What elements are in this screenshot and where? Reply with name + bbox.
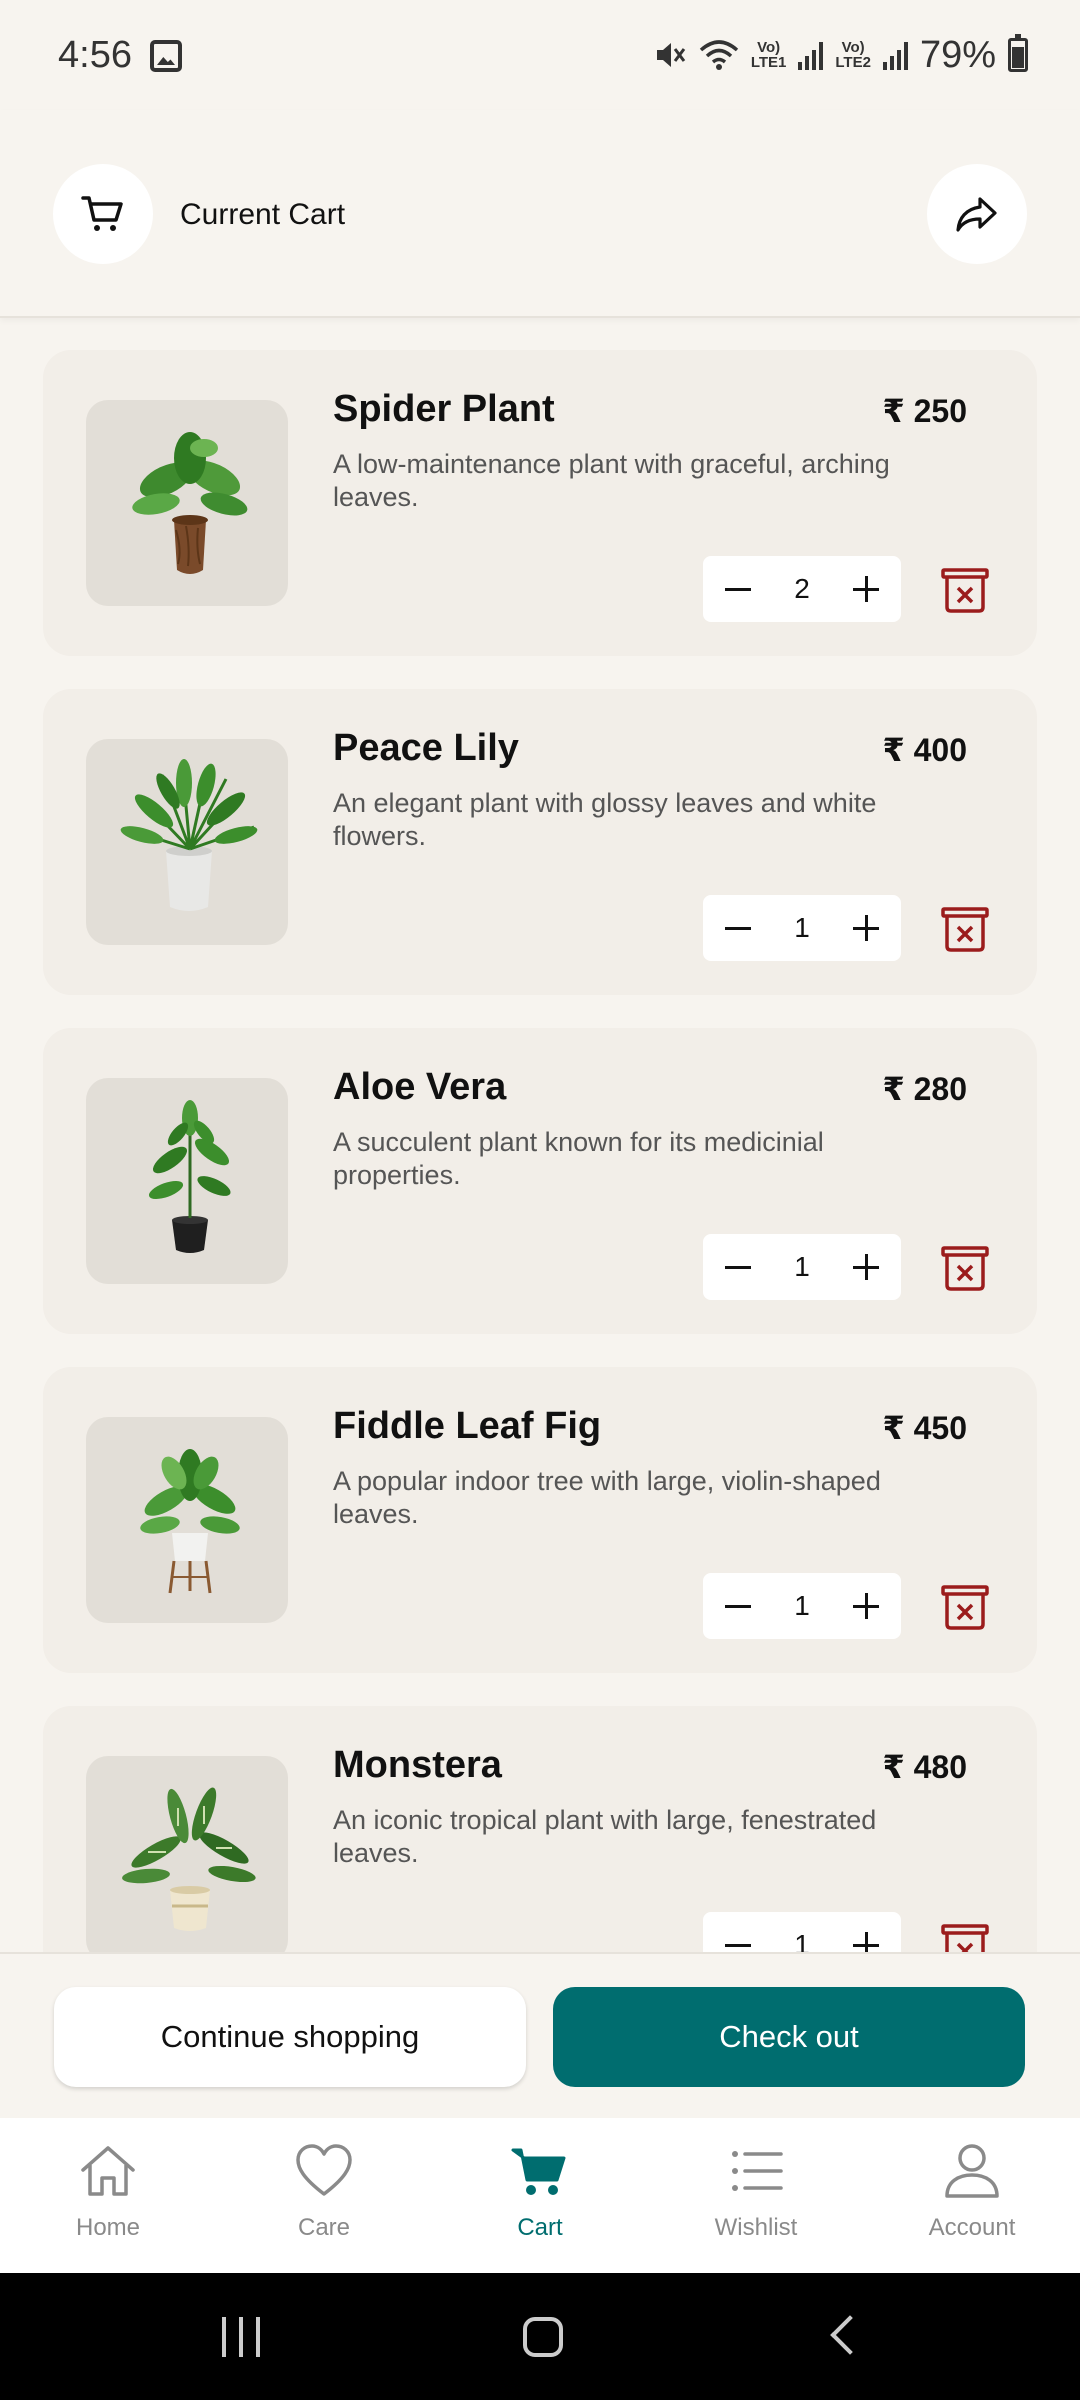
- share-icon: [956, 197, 997, 232]
- decrease-quantity-button[interactable]: [723, 1930, 753, 1952]
- quantity-value: 1: [794, 1251, 810, 1282]
- cart-item: Aloe Vera ₹ 280 A succulent plant known …: [43, 1028, 1037, 1334]
- product-price: ₹ 400: [882, 732, 967, 768]
- home-icon: [81, 2146, 135, 2196]
- product-description: An iconic tropical plant with large, fen…: [333, 1805, 877, 1868]
- quantity-stepper: 1: [703, 1234, 901, 1300]
- product-image: [86, 1417, 288, 1623]
- page-title: Current Cart: [180, 198, 346, 231]
- delete-item-icon[interactable]: [939, 1583, 991, 1631]
- increase-quantity-button[interactable]: [851, 913, 881, 943]
- product-image: [86, 1078, 288, 1284]
- product-description: A popular indoor tree with large, violin…: [333, 1466, 881, 1529]
- quantity-stepper: 1: [703, 1912, 901, 1952]
- decrease-quantity-button[interactable]: [723, 574, 753, 604]
- nav-label: Account: [928, 2214, 1016, 2241]
- checkout-button[interactable]: Check out: [553, 1987, 1025, 2087]
- back-icon[interactable]: [830, 2315, 870, 2355]
- product-image: [86, 1756, 288, 1952]
- nav-label: Home: [75, 2214, 141, 2241]
- cart-list[interactable]: Spider Plant ₹ 250 A low-maintenance pla…: [0, 320, 1080, 1952]
- product-image: [86, 739, 288, 945]
- delete-item-icon[interactable]: [939, 1244, 991, 1292]
- product-price: ₹ 280: [882, 1071, 967, 1107]
- delete-item-icon[interactable]: [939, 1922, 991, 1952]
- quantity-stepper: 1: [703, 895, 901, 961]
- bottom-nav: Home Care Cart Wishlist Account: [0, 2118, 1080, 2273]
- product-image: [86, 400, 288, 606]
- product-name: Monstera: [333, 1744, 502, 1786]
- signal-2-icon: [882, 40, 908, 70]
- product-description: A low-maintenance plant with graceful, a…: [333, 449, 890, 512]
- recents-icon[interactable]: [222, 2317, 260, 2357]
- nav-label: Cart: [517, 2214, 563, 2241]
- list-icon: [732, 2151, 783, 2191]
- product-price: ₹ 480: [882, 1749, 967, 1785]
- wifi-icon: [699, 40, 738, 70]
- nav-item-account[interactable]: Account: [864, 2118, 1080, 2273]
- sim1-label: Vo) LTE1: [750, 39, 787, 71]
- status-time: 4:56: [58, 34, 132, 76]
- delete-item-icon[interactable]: [939, 566, 991, 614]
- nav-label: Wishlist: [714, 2214, 798, 2241]
- gallery-notification-icon: [150, 40, 182, 72]
- cart-item: Spider Plant ₹ 250 A low-maintenance pla…: [43, 350, 1037, 656]
- continue-shopping-button[interactable]: Continue shopping: [54, 1987, 526, 2087]
- cart-item: Fiddle Leaf Fig ₹ 450 A popular indoor t…: [43, 1367, 1037, 1673]
- cart-icon: [511, 2148, 566, 2195]
- mute-icon: [656, 43, 686, 67]
- nav-label: Care: [297, 2214, 351, 2241]
- product-price: ₹ 450: [882, 1410, 967, 1446]
- decrease-quantity-button[interactable]: [723, 913, 753, 943]
- home-button-icon[interactable]: [523, 2317, 563, 2357]
- decrease-quantity-button[interactable]: [723, 1591, 753, 1621]
- quantity-value: 2: [794, 573, 810, 604]
- shopping-cart-icon: [81, 196, 123, 231]
- person-icon: [945, 2144, 999, 2198]
- quantity-value: 1: [794, 1929, 810, 1952]
- quantity-value: 1: [794, 912, 810, 943]
- cart-item: Monstera ₹ 480 An iconic tropical plant …: [43, 1706, 1037, 1952]
- product-name: Spider Plant: [333, 388, 555, 430]
- product-name: Peace Lily: [333, 727, 519, 769]
- quantity-stepper: 1: [703, 1573, 901, 1639]
- status-indicators: Vo) LTE1 Vo) LTE2 79%: [653, 30, 1028, 80]
- product-name: Fiddle Leaf Fig: [333, 1405, 602, 1447]
- header: Current Cart: [0, 110, 1080, 318]
- increase-quantity-button[interactable]: [851, 574, 881, 604]
- nav-item-cart[interactable]: Cart: [432, 2118, 648, 2273]
- product-price: ₹ 250: [882, 393, 967, 429]
- battery-icon: [1008, 34, 1028, 72]
- cart-item: Peace Lily ₹ 400 An elegant plant with g…: [43, 689, 1037, 995]
- quantity-stepper: 2: [703, 556, 901, 622]
- heart-icon: [296, 2144, 352, 2196]
- nav-item-wishlist[interactable]: Wishlist: [648, 2118, 864, 2273]
- product-description: An elegant plant with glossy leaves and …: [333, 788, 877, 851]
- nav-item-care[interactable]: Care: [216, 2118, 432, 2273]
- increase-quantity-button[interactable]: [851, 1252, 881, 1282]
- increase-quantity-button[interactable]: [851, 1930, 881, 1952]
- sim2-label: Vo) LTE2: [835, 39, 871, 71]
- cart-actions: Continue shopping Check out: [0, 1952, 1080, 2118]
- quantity-value: 1: [794, 1590, 810, 1621]
- signal-1-icon: [798, 40, 824, 70]
- product-name: Aloe Vera: [333, 1066, 507, 1108]
- increase-quantity-button[interactable]: [851, 1591, 881, 1621]
- system-nav-bar: [0, 2273, 1080, 2400]
- battery-percent: 79%: [919, 33, 996, 76]
- delete-item-icon[interactable]: [939, 905, 991, 953]
- decrease-quantity-button[interactable]: [723, 1252, 753, 1282]
- cart-header-button[interactable]: [53, 164, 153, 264]
- product-description: A succulent plant known for its medicini…: [333, 1127, 824, 1190]
- nav-item-home[interactable]: Home: [0, 2118, 216, 2273]
- share-button[interactable]: [927, 164, 1027, 264]
- status-bar: 4:56 Vo) LTE1 Vo) LTE2 79%: [0, 0, 1080, 110]
